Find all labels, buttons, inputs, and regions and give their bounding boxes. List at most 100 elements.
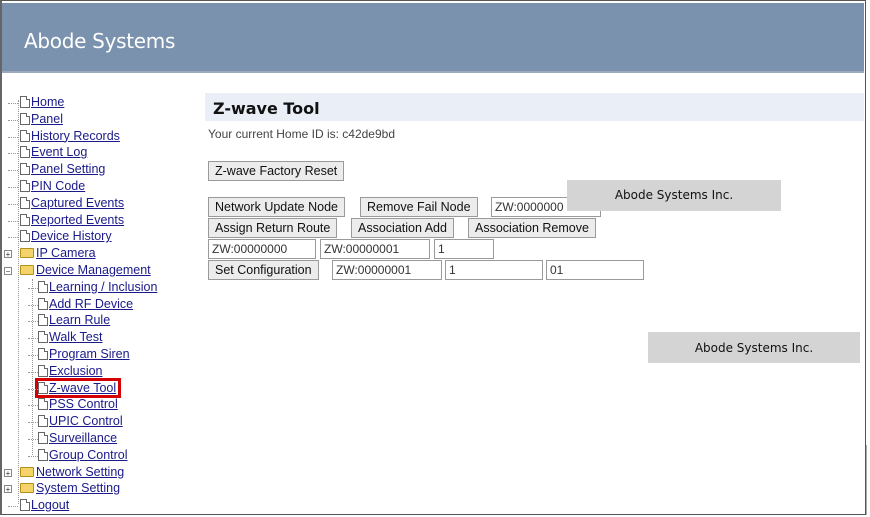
panel-link[interactable]: Panel bbox=[31, 112, 63, 126]
expand-plus-icon[interactable]: + bbox=[4, 250, 12, 259]
sidebar-item-group-control[interactable]: Group Control bbox=[4, 447, 194, 464]
sidebar-item-surveillance[interactable]: Surveillance bbox=[4, 430, 194, 447]
page-icon bbox=[20, 196, 30, 209]
learn-rule-link[interactable]: Learn Rule bbox=[49, 313, 110, 327]
expand-plus-icon[interactable]: + bbox=[4, 485, 12, 494]
expand-plus-icon[interactable]: + bbox=[4, 468, 12, 477]
selected-highlight: Z-wave Tool bbox=[34, 377, 122, 398]
watermark-label: Abode Systems Inc. bbox=[648, 332, 860, 363]
sidebar-item-exclusion[interactable]: Exclusion bbox=[4, 363, 194, 380]
sidebar-item-panel[interactable]: Panel bbox=[4, 111, 194, 128]
sidebar-item-upic-control[interactable]: UPIC Control bbox=[4, 413, 194, 430]
event-log-link[interactable]: Event Log bbox=[31, 145, 87, 159]
config-node-input[interactable]: ZW:00000001 bbox=[332, 260, 442, 280]
folder-icon bbox=[20, 483, 34, 494]
pss-control-link[interactable]: PSS Control bbox=[49, 397, 118, 411]
panel-setting-link[interactable]: Panel Setting bbox=[31, 162, 105, 176]
app-header: Abode Systems bbox=[2, 3, 864, 73]
page-icon bbox=[38, 431, 48, 444]
logout-link[interactable]: Logout bbox=[31, 498, 69, 512]
sidebar-item-program-siren[interactable]: Program Siren bbox=[4, 346, 194, 363]
page-icon bbox=[20, 213, 30, 226]
upic-control-link[interactable]: UPIC Control bbox=[49, 414, 123, 428]
set-configuration-button[interactable]: Set Configuration bbox=[208, 260, 319, 280]
frame-edge bbox=[866, 445, 868, 515]
sidebar-item-learn-rule[interactable]: Learn Rule bbox=[4, 312, 194, 329]
page-icon bbox=[38, 364, 48, 377]
page-icon bbox=[38, 280, 48, 293]
page-icon bbox=[20, 163, 30, 176]
sidebar-item-zwave-tool[interactable]: Z-wave Tool bbox=[4, 377, 194, 398]
exclusion-link[interactable]: Exclusion bbox=[49, 364, 103, 378]
sidebar-item-history-records[interactable]: History Records bbox=[4, 128, 194, 145]
pin-code-link[interactable]: PIN Code bbox=[31, 179, 85, 193]
page-icon bbox=[38, 448, 48, 461]
learning-inclusion-link[interactable]: Learning / Inclusion bbox=[49, 280, 157, 294]
collapse-minus-icon[interactable]: − bbox=[4, 266, 12, 275]
route-destination-input[interactable]: ZW:00000001 bbox=[320, 239, 430, 259]
captured-events-link[interactable]: Captured Events bbox=[31, 196, 124, 210]
page-icon bbox=[38, 297, 48, 310]
sidebar-item-device-management[interactable]: − Device Management bbox=[4, 262, 194, 279]
page-icon bbox=[38, 381, 48, 394]
page-icon bbox=[38, 314, 48, 327]
sidebar-item-pss-control[interactable]: PSS Control bbox=[4, 396, 194, 413]
sidebar-item-walk-test[interactable]: Walk Test bbox=[4, 329, 194, 346]
home-link[interactable]: Home bbox=[31, 95, 64, 109]
sidebar-item-panel-setting[interactable]: Panel Setting bbox=[4, 161, 194, 178]
sidebar-tree: Home Panel History Records Event Log Pan… bbox=[4, 94, 194, 514]
route-source-input[interactable]: ZW:00000000 bbox=[208, 239, 316, 259]
page-title: Z-wave Tool bbox=[213, 99, 320, 118]
association-add-button[interactable]: Association Add bbox=[351, 218, 454, 238]
sidebar-item-add-rf-device[interactable]: Add RF Device bbox=[4, 296, 194, 313]
history-records-link[interactable]: History Records bbox=[31, 129, 120, 143]
page-icon bbox=[38, 398, 48, 411]
sidebar-item-network-setting[interactable]: + Network Setting bbox=[4, 464, 194, 481]
sidebar-item-logout[interactable]: Logout bbox=[4, 497, 194, 514]
page-icon bbox=[38, 415, 48, 428]
config-value-input[interactable]: 01 bbox=[546, 260, 644, 280]
sidebar-item-ip-camera[interactable]: + IP Camera bbox=[4, 245, 194, 262]
network-update-node-button[interactable]: Network Update Node bbox=[208, 197, 345, 217]
association-remove-button[interactable]: Association Remove bbox=[468, 218, 596, 238]
page-icon bbox=[20, 96, 30, 108]
group-control-link[interactable]: Group Control bbox=[49, 448, 128, 462]
device-management-link[interactable]: Device Management bbox=[36, 263, 151, 277]
folder-icon bbox=[20, 248, 34, 259]
sidebar-item-home[interactable]: Home bbox=[4, 94, 194, 111]
device-history-link[interactable]: Device History bbox=[31, 229, 112, 243]
add-rf-device-link[interactable]: Add RF Device bbox=[49, 297, 133, 311]
system-setting-link[interactable]: System Setting bbox=[36, 481, 120, 495]
config-parameter-input[interactable]: 1 bbox=[445, 260, 543, 280]
sidebar-item-pin-code[interactable]: PIN Code bbox=[4, 178, 194, 195]
zwave-tool-link[interactable]: Z-wave Tool bbox=[49, 381, 116, 395]
program-siren-link[interactable]: Program Siren bbox=[49, 347, 130, 361]
page-icon bbox=[20, 230, 30, 243]
zwave-factory-reset-button[interactable]: Z-wave Factory Reset bbox=[208, 161, 345, 181]
folder-open-icon bbox=[20, 264, 34, 275]
sidebar-item-system-setting[interactable]: + System Setting bbox=[4, 480, 194, 497]
page-icon bbox=[38, 331, 48, 344]
page-title-bar: Z-wave Tool bbox=[205, 93, 864, 121]
assign-return-route-button[interactable]: Assign Return Route bbox=[208, 218, 338, 238]
page-icon bbox=[38, 347, 48, 360]
sidebar-item-captured-events[interactable]: Captured Events bbox=[4, 195, 194, 212]
page-icon bbox=[20, 146, 30, 159]
page-icon bbox=[20, 129, 30, 142]
sidebar-item-device-history[interactable]: Device History bbox=[4, 228, 194, 245]
walk-test-link[interactable]: Walk Test bbox=[49, 330, 103, 344]
surveillance-link[interactable]: Surveillance bbox=[49, 431, 117, 445]
home-id-text: Your current Home ID is: c42de9bd bbox=[208, 127, 395, 141]
watermark-label: Abode Systems Inc. bbox=[567, 180, 781, 211]
ip-camera-link[interactable]: IP Camera bbox=[36, 246, 96, 260]
page-icon bbox=[20, 112, 30, 125]
route-index-input[interactable]: 1 bbox=[434, 239, 494, 259]
sidebar-item-learning-inclusion[interactable]: Learning / Inclusion bbox=[4, 279, 194, 296]
sidebar-item-event-log[interactable]: Event Log bbox=[4, 144, 194, 161]
reported-events-link[interactable]: Reported Events bbox=[31, 213, 124, 227]
sidebar-item-reported-events[interactable]: Reported Events bbox=[4, 212, 194, 229]
remove-fail-node-button[interactable]: Remove Fail Node bbox=[360, 197, 478, 217]
network-setting-link[interactable]: Network Setting bbox=[36, 465, 124, 479]
page-icon bbox=[20, 499, 30, 512]
page-icon bbox=[20, 179, 30, 192]
